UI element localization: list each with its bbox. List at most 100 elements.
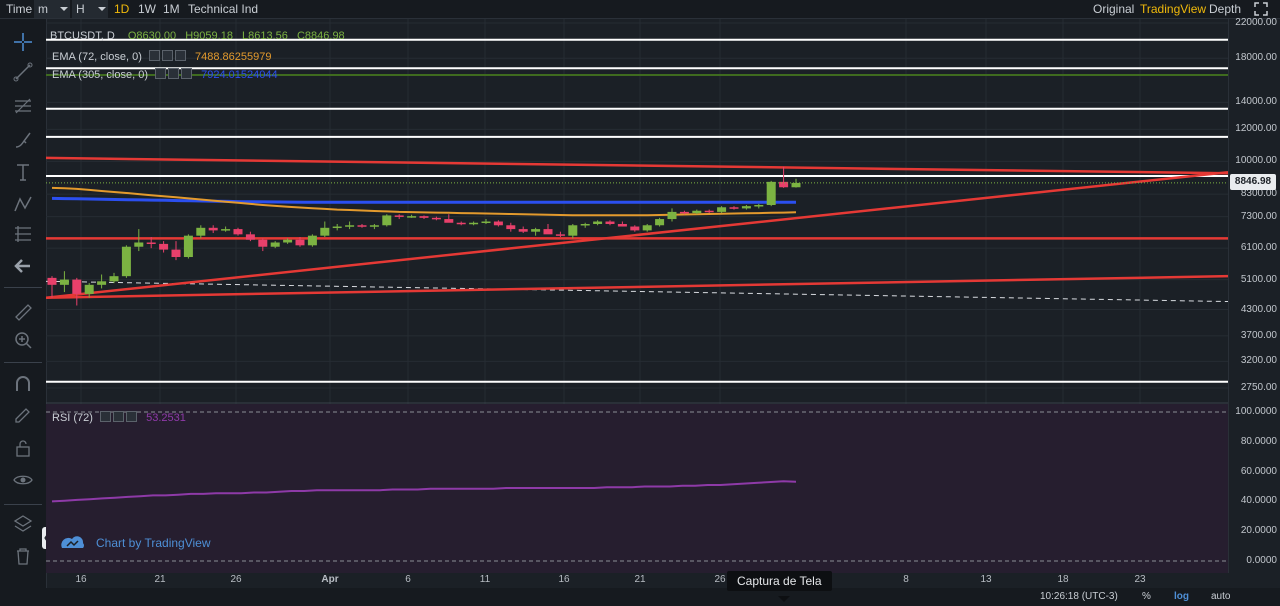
magnet-tool[interactable]: [8, 371, 38, 397]
tradingview-logo-icon: [61, 536, 84, 548]
ema305-legend[interactable]: EMA (305, close, 0) 7924.01524044: [52, 68, 278, 82]
candle-body: [171, 249, 181, 258]
candle-body: [419, 216, 429, 218]
view-depth-button[interactable]: Depth: [1205, 0, 1245, 18]
sidebar-divider: [4, 504, 42, 505]
object-tree-tool[interactable]: [8, 511, 38, 537]
ohlc-low: L8613.56: [242, 30, 288, 42]
minute-label: m: [38, 2, 48, 16]
stay-drawing-tool[interactable]: [8, 401, 38, 427]
candle-body: [754, 205, 764, 207]
candle-body: [518, 229, 528, 232]
rsi-legend[interactable]: RSI (72) 53.2531: [52, 411, 186, 425]
ohlc-open: O8630.00: [127, 30, 177, 42]
candle-body: [345, 225, 355, 227]
candle-body: [568, 225, 578, 236]
arrow-left-icon: [14, 259, 30, 273]
hour-label: H: [76, 2, 85, 16]
candle-body: [221, 229, 231, 231]
candle-body: [679, 211, 689, 214]
indicator-controls[interactable]: [148, 50, 188, 64]
candle-body: [655, 219, 665, 226]
fibonacci-icon: [15, 98, 31, 114]
chevron-down-icon: [98, 7, 106, 11]
percent-scale-button[interactable]: %: [1142, 591, 1151, 602]
rsi-name: RSI (72): [52, 411, 93, 424]
symbol-name[interactable]: BTCUSDT, D: [50, 30, 115, 42]
price-axis-label: 18000.00: [1235, 52, 1277, 64]
price-axis-label: 12000.00: [1235, 123, 1277, 135]
rsi-axis-label: 100.0000: [1235, 406, 1277, 417]
layers-icon: [13, 515, 33, 532]
candle-body: [779, 181, 789, 188]
view-tradingview-button[interactable]: TradingView: [1136, 0, 1210, 18]
candle-body: [717, 207, 727, 212]
back-button[interactable]: [8, 253, 38, 279]
candle-body: [667, 211, 677, 220]
dashed-level-line: [46, 280, 1228, 303]
hour-interval-dropdown[interactable]: H: [72, 0, 108, 18]
tradingview-branding[interactable]: Chart by TradingView: [60, 533, 211, 553]
time-label[interactable]: Time: [2, 0, 36, 18]
time-axis-label: 21: [154, 574, 166, 585]
price-axis-label: 4300.00: [1240, 303, 1277, 315]
candle-body: [270, 242, 280, 247]
chevron-down-icon: [60, 7, 68, 11]
time-axis-label: 26: [714, 574, 726, 585]
pattern-icon: [14, 196, 32, 212]
visibility-tool[interactable]: [8, 467, 38, 493]
prediction-tool[interactable]: [8, 221, 38, 247]
fib-tool[interactable]: [8, 93, 38, 119]
current-price-tag: 8846.98: [1230, 174, 1276, 190]
text-tool[interactable]: [8, 159, 38, 185]
delete-drawings-tool[interactable]: [8, 543, 38, 569]
candle-body: [580, 224, 590, 226]
candle-body: [394, 215, 404, 217]
ohlc-close: C8846.98: [296, 30, 345, 42]
candle-body: [47, 277, 57, 285]
candle-body: [159, 243, 169, 250]
pattern-tool[interactable]: [8, 191, 38, 217]
ema72-legend[interactable]: EMA (72, close, 0) 7488.86255979: [52, 50, 271, 64]
candle-body: [245, 234, 255, 240]
lock-tool[interactable]: [8, 435, 38, 461]
sidebar-divider: [4, 362, 42, 363]
candle-body: [593, 221, 603, 225]
candle-body: [456, 222, 466, 225]
interval-1w-button[interactable]: 1W: [134, 0, 160, 18]
auto-scale-button[interactable]: auto: [1211, 591, 1230, 602]
zoom-in-icon: [15, 332, 32, 349]
candle-body: [555, 234, 565, 236]
price-axis-label: 10000.00: [1235, 155, 1277, 167]
ema72-value: 7488.86255979: [195, 50, 272, 63]
fullscreen-button[interactable]: [1250, 0, 1274, 18]
price-axis[interactable]: 22000.00 18000.00 14000.00 12000.00 10000.00…: [1228, 17, 1280, 573]
trendline-tool[interactable]: [8, 59, 38, 85]
time-axis-label: 13: [980, 574, 992, 585]
zoom-tool[interactable]: [8, 327, 38, 353]
price-chart[interactable]: [46, 19, 1228, 573]
log-scale-button[interactable]: log: [1174, 591, 1189, 602]
brush-tool[interactable]: [8, 127, 38, 153]
view-original-button[interactable]: Original: [1089, 0, 1138, 18]
crosshair-tool[interactable]: [8, 29, 38, 55]
candle-body: [258, 239, 268, 247]
eye-icon: [13, 475, 33, 485]
interval-1d-button[interactable]: 1D: [110, 0, 133, 18]
candle-body: [543, 229, 553, 235]
measure-tool[interactable]: [8, 299, 38, 325]
time-axis-label: 21: [634, 574, 646, 585]
indicator-controls[interactable]: [155, 68, 194, 82]
minute-interval-dropdown[interactable]: m: [34, 0, 70, 18]
indicator-controls[interactable]: [100, 411, 139, 425]
candle-body: [444, 219, 454, 223]
time-axis[interactable]: 16 21 26 Apr 6 11 16 21 26 8 13 18 23: [46, 573, 1228, 588]
candle-body: [357, 225, 367, 227]
rsi-pane-background: [46, 404, 1228, 573]
candle-body: [791, 182, 801, 188]
interval-1m-button[interactable]: 1M: [159, 0, 184, 18]
candle-body: [233, 229, 243, 235]
time-axis-label: 23: [1134, 574, 1146, 585]
technical-indicators-button[interactable]: Technical Ind: [184, 0, 262, 18]
rsi-axis-label: 40.0000: [1240, 495, 1277, 507]
